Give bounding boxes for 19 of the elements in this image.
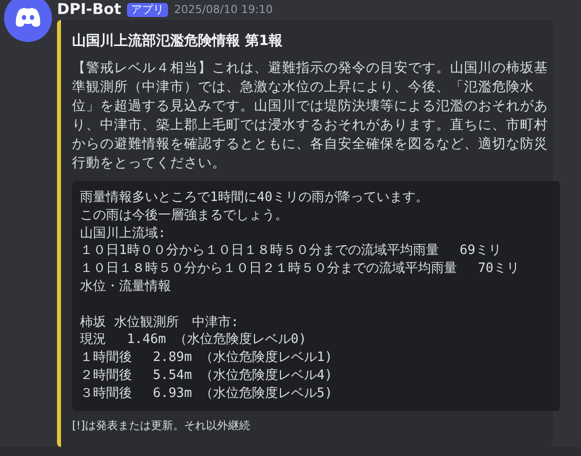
app-tag: アプリ <box>127 2 168 18</box>
embed-title: 山国川上流部氾濫危険情報 第1報 <box>72 32 284 50</box>
bot-avatar[interactable] <box>4 0 52 42</box>
code-line: 現況 1.46m （水位危険度レベル0) <box>80 331 306 350</box>
game-controller-icon <box>14 7 42 29</box>
embed-footer: [!]は発表または更新。それ以外継続 <box>72 418 543 433</box>
code-line: 水位・流量情報 <box>80 278 171 296</box>
code-line: ３時間後 6.93m （水位危険度レベル5) <box>80 384 332 403</box>
code-line: この雨は今後一層強まるでしょう。 <box>80 206 288 225</box>
code-line: 柿坂 水位観測所 中津市: <box>80 314 239 332</box>
code-line: 雨量情報多いところで1時間に40ミリの雨が降っています。 <box>80 189 428 207</box>
code-line: 山国川上流域: <box>80 224 166 242</box>
code-line: １０日１８時５０分から１０日２１時５０分までの流域平均雨量 70ミリ <box>80 260 520 278</box>
timestamp: 2025/08/10 19:10 <box>174 4 273 16</box>
author-name[interactable]: DPI-Bot <box>57 1 122 19</box>
code-line: １時間後 2.89m （水位危険度レベル1) <box>80 349 332 367</box>
code-line: １０日1時００分から１０日１８時５０分までの流域平均雨量 69ミリ <box>80 242 502 260</box>
code-line: ２時間後 5.54m （水位危険度レベル4) <box>80 366 332 385</box>
embed-description: 【警戒レベル４相当】これは、避難指示の発令の目安です。山国川の柿坂基準観測所（中津市）では、急激な水位の上昇により、今後、「氾濫危険水位」を超過する見込みです。山国川では堤防決壊等による氾濫のおそれがあり、中津市、築上郡上毛町では浸水するおそれがあります。直ちに、市町村からの避難情報を確認するとともに、各自安全確保を図るなど、適切な防災行動をとってください。 <box>72 59 549 173</box>
